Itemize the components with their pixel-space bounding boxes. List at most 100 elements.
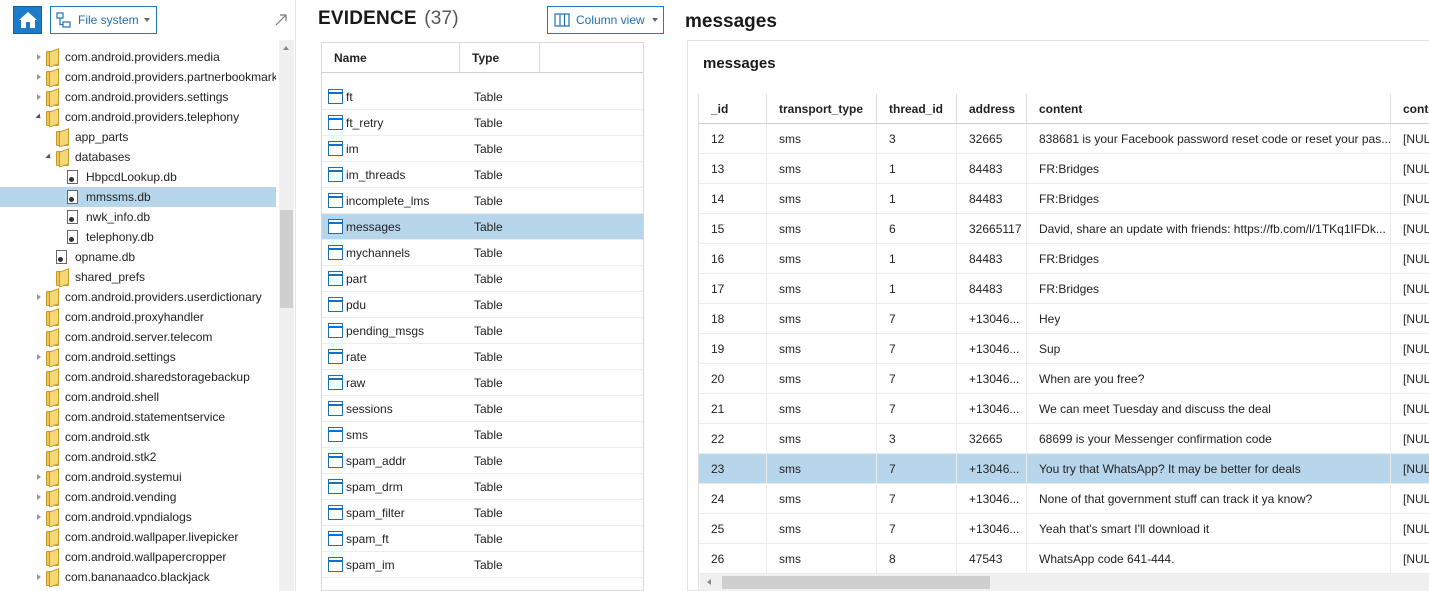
tree-item-folder[interactable]: com.android.systemui [0, 467, 276, 487]
tree-item-folder[interactable]: com.android.sharedstoragebackup [0, 367, 276, 387]
table-list-row[interactable]: im_threads Table [322, 162, 643, 188]
message-cell-id: 23 [699, 454, 767, 483]
message-row[interactable]: 23 sms 7 +13046... You try that WhatsApp? It… [699, 454, 1429, 484]
expand-arrow-icon[interactable] [44, 147, 53, 167]
column-header-name[interactable]: Name [322, 43, 460, 73]
table-list-row[interactable]: sms Table [322, 422, 643, 448]
file-system-dropdown[interactable]: File system [50, 6, 157, 34]
tree-item-folder[interactable]: com.bananaadco.blackjack [0, 567, 276, 587]
tree-item-db[interactable]: mmssms.db [0, 187, 276, 207]
table-list-row[interactable]: sessions Table [322, 396, 643, 422]
tree-item-folder[interactable]: com.android.providers.partnerbookmarks [0, 67, 276, 87]
folder-icon [46, 550, 59, 566]
tree-item-folder[interactable]: com.android.proxyhandler [0, 307, 276, 327]
tree-item-folder[interactable]: com.android.wallpaper.livepicker [0, 527, 276, 547]
tree-item-folder[interactable]: com.android.settings [0, 347, 276, 367]
view-mode-dropdown[interactable]: Column view [547, 6, 664, 34]
tree-item-folder[interactable]: shared_prefs [0, 267, 276, 287]
table-list-row[interactable]: pdu Table [322, 292, 643, 318]
tree-item-folder[interactable]: com.android.stk [0, 427, 276, 447]
message-row[interactable]: 14sms184483FR:Bridges[NULL [699, 184, 1429, 214]
table-list-row[interactable]: spam_addr Table [322, 448, 643, 474]
tree-item-db[interactable]: telephony.db [0, 227, 276, 247]
grid-column-header[interactable]: _id [699, 94, 767, 123]
tree-item-folder[interactable]: app_parts [0, 127, 276, 147]
message-row[interactable]: 17sms184483FR:Bridges[NULL [699, 274, 1429, 304]
grid-column-header[interactable]: content [1027, 94, 1391, 123]
tree-item-folder[interactable]: com.android.server.telecom [0, 327, 276, 347]
folder-icon [46, 530, 59, 546]
scrollbar-thumb[interactable] [722, 576, 990, 589]
scroll-up-icon[interactable] [283, 46, 289, 50]
collapse-arrow-icon[interactable] [34, 67, 43, 87]
table-title: messages [685, 11, 777, 32]
collapse-arrow-icon[interactable] [34, 347, 43, 367]
tree-item-folder[interactable]: com.android.shell [0, 387, 276, 407]
home-button[interactable] [13, 6, 42, 34]
collapse-arrow-icon[interactable] [34, 487, 43, 507]
table-list-row[interactable]: incomplete_lms Table [322, 188, 643, 214]
tree-item-db[interactable]: opname.db [0, 247, 276, 267]
collapse-arrow-icon[interactable] [34, 287, 43, 307]
tree-item-folder[interactable]: com.android.providers.media [0, 47, 276, 67]
collapse-arrow-icon[interactable] [34, 87, 43, 107]
grid-column-header[interactable]: conte [1391, 94, 1429, 123]
message-row[interactable]: 12 sms 3 32665 838681 is your Facebook passw… [699, 124, 1429, 154]
table-name: rate [346, 349, 367, 364]
message-row[interactable]: 26sms847543WhatsApp code 641-444.[NULL [699, 544, 1429, 574]
tree-item-folder[interactable]: com.android.vpndialogs [0, 507, 276, 527]
tree-item-folder[interactable]: databases [0, 147, 276, 167]
grid-column-header[interactable]: transport_type [767, 94, 877, 123]
column-header-type[interactable]: Type [460, 43, 540, 73]
table-list-row[interactable]: ft_retry Table [322, 110, 643, 136]
table-list-row[interactable]: messages Table [322, 214, 643, 240]
tree-item-folder[interactable]: com.android.statementservice [0, 407, 276, 427]
tree-item-label: com.android.providers.partnerbookmarks [65, 70, 276, 84]
tree-scrollbar[interactable] [279, 40, 294, 591]
table-list-row[interactable]: raw Table [322, 370, 643, 396]
table-list-row[interactable]: rate Table [322, 344, 643, 370]
message-row[interactable]: 13sms184483FR:Bridges[NULL [699, 154, 1429, 184]
pin-icon[interactable] [274, 13, 288, 27]
grid-horizontal-scrollbar[interactable] [700, 574, 1429, 591]
table-list-row[interactable]: part Table [322, 266, 643, 292]
tree-item-folder[interactable]: com.android.wallpapercropper [0, 547, 276, 567]
grid-column-header[interactable]: address [957, 94, 1027, 123]
collapse-arrow-icon[interactable] [34, 467, 43, 487]
message-row[interactable]: 18sms7+13046...Hey[NULL [699, 304, 1429, 334]
table-list-row[interactable]: pending_msgs Table [322, 318, 643, 344]
tree-item-db[interactable]: nwk_info.db [0, 207, 276, 227]
table-icon [328, 349, 343, 364]
message-row[interactable]: 22 sms 3 32665 68699 is your Messenger confi… [699, 424, 1429, 454]
tree-item-label: opname.db [75, 250, 136, 264]
tree-item-folder[interactable]: com.android.providers.userdictionary [0, 287, 276, 307]
table-type: Table [474, 115, 503, 130]
tree-item-folder[interactable]: com.android.providers.telephony [0, 107, 276, 127]
message-row[interactable]: 15 sms 6 32665117 David, share an update wit… [699, 214, 1429, 244]
collapse-arrow-icon[interactable] [34, 507, 43, 527]
scroll-left-icon[interactable] [707, 579, 711, 585]
message-row[interactable]: 25 sms 7 +13046... Yeah that's smart I'll do… [699, 514, 1429, 544]
expand-arrow-icon[interactable] [34, 107, 43, 127]
table-list-row[interactable]: spam_im Table [322, 552, 643, 578]
table-list-row[interactable]: spam_filter Table [322, 500, 643, 526]
tree-item-db[interactable]: HbpcdLookup.db [0, 167, 276, 187]
message-row[interactable]: 20sms7+13046...When are you free?[NULL [699, 364, 1429, 394]
message-cell-extra: [NULL [1391, 364, 1429, 393]
table-list-row[interactable]: ft Table [322, 84, 643, 110]
table-list-row[interactable]: mychannels Table [322, 240, 643, 266]
message-row[interactable]: 21 sms 7 +13046... We can meet Tuesday and d… [699, 394, 1429, 424]
message-row[interactable]: 19sms7+13046...Sup[NULL [699, 334, 1429, 364]
tree-item-folder[interactable]: com.android.vending [0, 487, 276, 507]
tree-item-folder[interactable]: com.android.providers.settings [0, 87, 276, 107]
grid-column-header[interactable]: thread_id [877, 94, 957, 123]
collapse-arrow-icon[interactable] [34, 567, 43, 587]
message-row[interactable]: 24 sms 7 +13046... None of that government s… [699, 484, 1429, 514]
table-list-row[interactable]: spam_drm Table [322, 474, 643, 500]
collapse-arrow-icon[interactable] [34, 47, 43, 67]
tree-item-folder[interactable]: com.android.stk2 [0, 447, 276, 467]
scrollbar-thumb[interactable] [280, 210, 293, 308]
table-list-row[interactable]: spam_ft Table [322, 526, 643, 552]
table-list-row[interactable]: im Table [322, 136, 643, 162]
message-row[interactable]: 16sms184483FR:Bridges[NULL [699, 244, 1429, 274]
